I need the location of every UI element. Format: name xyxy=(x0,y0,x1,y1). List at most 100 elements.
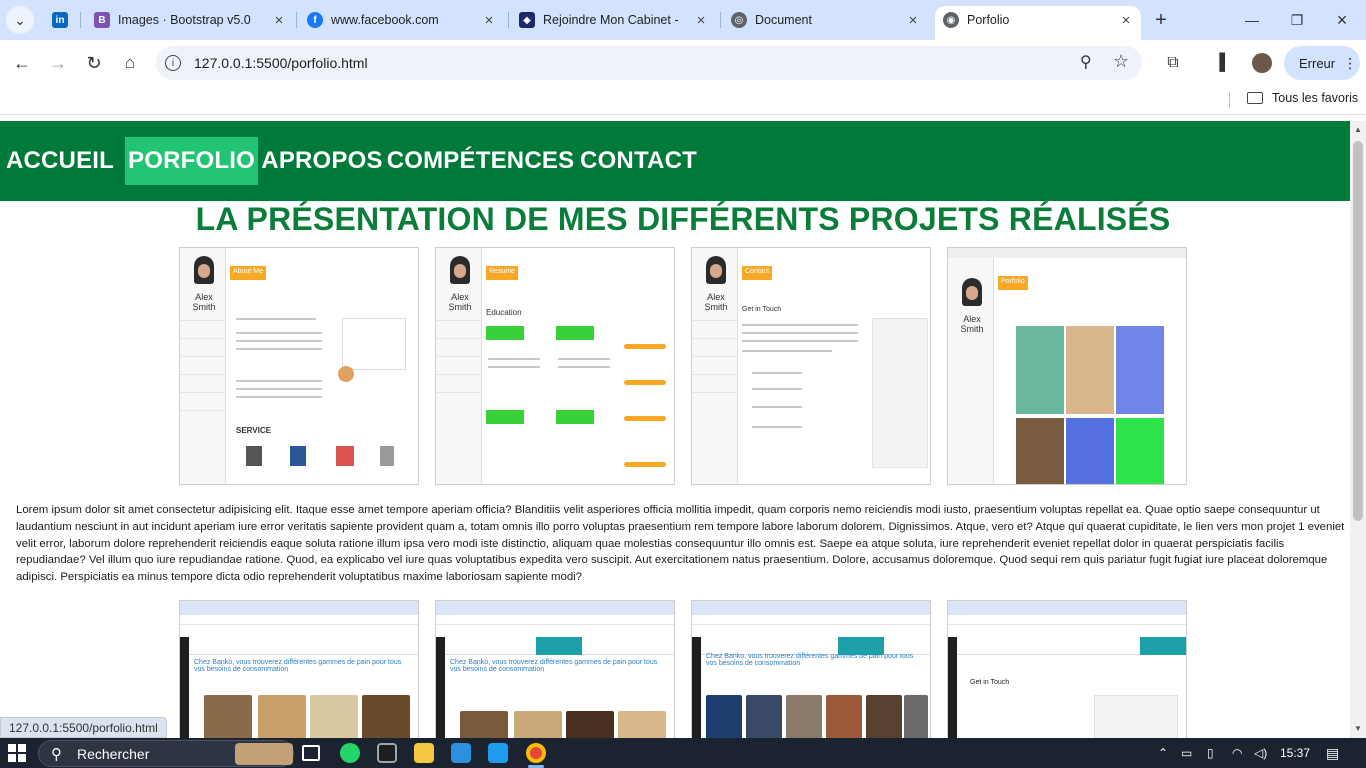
nav-competences[interactable]: COMPÉTENCES xyxy=(387,137,574,185)
tab-bootstrap[interactable]: B Images · Bootstrap v5.0 × xyxy=(94,6,286,34)
all-bookmarks-button[interactable]: Tous les favoris xyxy=(1247,91,1358,105)
shot-subtitle: Education xyxy=(486,308,522,317)
chrome-icon[interactable] xyxy=(526,743,546,763)
address-bar[interactable]: i 127.0.0.1:5500/porfolio.html ⚲ ☆ xyxy=(156,46,1142,80)
wifi-icon[interactable]: ◠ xyxy=(1232,738,1242,768)
nav-porfolio[interactable]: PORFOLIO xyxy=(125,137,258,185)
photos-icon[interactable] xyxy=(451,743,471,763)
page-scrollbar[interactable]: ▲ ▼ xyxy=(1350,121,1366,738)
project-shot-portfolio[interactable]: Alex Smith Porfolio xyxy=(947,247,1187,485)
nav-contact[interactable]: CONTACT xyxy=(580,137,697,185)
nav-apropos[interactable]: APROPOS xyxy=(261,137,382,185)
tab-divider xyxy=(508,12,509,28)
back-arrow-icon[interactable]: ← xyxy=(8,49,36,77)
start-button[interactable] xyxy=(8,744,26,762)
link-status-bubble: 127.0.0.1:5500/porfolio.html xyxy=(0,717,167,738)
web-page: ACCUEIL PORFOLIO APROPOS COMPÉTENCES CON… xyxy=(0,121,1350,738)
side-panel-icon[interactable]: ▌ xyxy=(1211,49,1239,77)
notification-icon[interactable]: ▤ xyxy=(1326,738,1339,768)
avatar[interactable] xyxy=(1252,53,1272,73)
window-close-icon[interactable]: × xyxy=(1328,6,1356,34)
minimize-icon[interactable]: — xyxy=(1238,6,1266,34)
project-shot-resume[interactable]: Alex Smith Resume Education xyxy=(435,247,675,485)
close-icon[interactable]: × xyxy=(272,12,286,29)
close-icon[interactable]: × xyxy=(694,12,708,29)
contact-form xyxy=(1094,695,1178,738)
search-icon: ⚲ xyxy=(51,746,62,763)
taskbar-search[interactable]: ⚲ Rechercher xyxy=(38,740,294,767)
site-info-icon[interactable]: i xyxy=(165,55,181,71)
service-icon-word xyxy=(290,446,306,466)
bootstrap-icon: B xyxy=(94,12,110,28)
more-vert-icon: ⋮ xyxy=(1343,54,1358,71)
volume-icon[interactable]: ◁) xyxy=(1254,738,1267,768)
reload-icon[interactable]: ↻ xyxy=(80,49,108,77)
star-icon[interactable]: ☆ xyxy=(1113,51,1129,72)
task-view-icon[interactable] xyxy=(302,745,320,761)
service-icon-computer xyxy=(246,446,262,466)
service-icon-house xyxy=(336,446,354,466)
extensions-icon[interactable]: ⧉ xyxy=(1159,49,1187,77)
zoom-icon[interactable]: ⚲ xyxy=(1080,52,1092,72)
shot-sidebar: Alex Smith xyxy=(180,248,226,484)
tab-porfolio-active[interactable]: ◉ Porfolio × xyxy=(935,6,1141,40)
close-icon[interactable]: × xyxy=(906,12,920,29)
gallery-item-character xyxy=(1116,418,1164,484)
project-shot-banko-services[interactable]: Chez Banko, vous trouverez différentes g… xyxy=(691,600,931,738)
shot-title: Chez Banko, vous trouverez différentes g… xyxy=(706,653,914,667)
tab-title: www.facebook.com xyxy=(331,13,439,27)
linkedin-icon: in xyxy=(52,12,68,28)
vscode-icon[interactable] xyxy=(488,743,508,763)
shot-title: Chez Banko, vous trouverez différentes g… xyxy=(450,659,658,673)
testimonial-avatar xyxy=(338,366,354,382)
avatar xyxy=(194,256,214,284)
shot-name: Alex Smith xyxy=(960,314,984,334)
windows-taskbar: ⚲ Rechercher ⌃ ▭ ▯ ◠ ◁) 15:37 ▤ xyxy=(0,738,1366,768)
gallery-item-icecream xyxy=(1116,326,1164,414)
url-text[interactable]: 127.0.0.1:5500/porfolio.html xyxy=(194,55,368,71)
lorem-paragraph: Lorem ipsum dolor sit amet consectetur a… xyxy=(16,504,1345,584)
tab-linkedin[interactable]: in xyxy=(52,6,72,34)
shot-title: Chez Banko, vous trouverez différentes g… xyxy=(194,659,402,673)
close-icon[interactable]: × xyxy=(1119,12,1133,29)
active-menu-item xyxy=(1140,637,1186,655)
scrollbar-thumb[interactable] xyxy=(1353,141,1363,521)
shot-browser-bar xyxy=(948,248,1186,258)
shot-sidebar: Alex Smith xyxy=(436,248,482,484)
close-icon[interactable]: × xyxy=(482,12,496,29)
battery-icon[interactable]: ▭ xyxy=(1181,738,1192,768)
home-icon[interactable]: ⌂ xyxy=(116,49,144,77)
whatsapp-icon[interactable] xyxy=(340,743,360,763)
tab-document[interactable]: ◎ Document × xyxy=(731,6,920,34)
project-shot-banko-contact[interactable]: Get in Touch xyxy=(947,600,1187,738)
tray-chevron-up-icon[interactable]: ⌃ xyxy=(1158,738,1168,768)
active-menu-item xyxy=(536,637,582,655)
taskbar-search-placeholder: Rechercher xyxy=(77,745,150,762)
project-shot-banko-home[interactable]: Chez Banko, vous trouverez différentes g… xyxy=(179,600,419,738)
file-explorer-icon[interactable] xyxy=(414,743,434,763)
bookmarks-bar: Tous les favoris xyxy=(0,86,1366,115)
store-icon[interactable] xyxy=(377,743,397,763)
status-url: 127.0.0.1:5500/porfolio.html xyxy=(9,720,158,735)
project-shot-contact[interactable]: Alex Smith Contact Get in Touch xyxy=(691,247,931,485)
restore-icon[interactable]: ❐ xyxy=(1283,6,1311,34)
scroll-up-icon[interactable]: ▲ xyxy=(1354,125,1362,134)
clock[interactable]: 15:37 xyxy=(1280,738,1310,768)
shot-sidebar: Alex Smith xyxy=(948,258,994,484)
project-shot-banko-products[interactable]: Chez Banko, vous trouverez différentes g… xyxy=(435,600,675,738)
tab-facebook[interactable]: f www.facebook.com × xyxy=(307,6,496,34)
device-icon[interactable]: ▯ xyxy=(1207,738,1214,768)
new-tab-button[interactable]: + xyxy=(1147,6,1175,34)
nav-accueil[interactable]: ACCUEIL xyxy=(4,137,116,185)
bookmarks-divider xyxy=(1229,92,1230,108)
forward-arrow-icon[interactable]: → xyxy=(44,49,72,77)
profile-error-button[interactable]: Erreur ⋮ xyxy=(1284,46,1360,80)
project-shot-about[interactable]: Alex Smith About Me SERVICE xyxy=(179,247,419,485)
tab-cabinet[interactable]: ◆ Rejoindre Mon Cabinet - D × xyxy=(519,6,708,34)
tab-search-button[interactable]: ⌄ xyxy=(6,6,34,34)
shot-subtitle: Get in Touch xyxy=(742,306,782,313)
scroll-down-icon[interactable]: ▼ xyxy=(1354,724,1362,733)
tab-divider xyxy=(80,12,81,28)
tab-divider xyxy=(720,12,721,28)
gallery-item-owl xyxy=(1066,326,1114,414)
